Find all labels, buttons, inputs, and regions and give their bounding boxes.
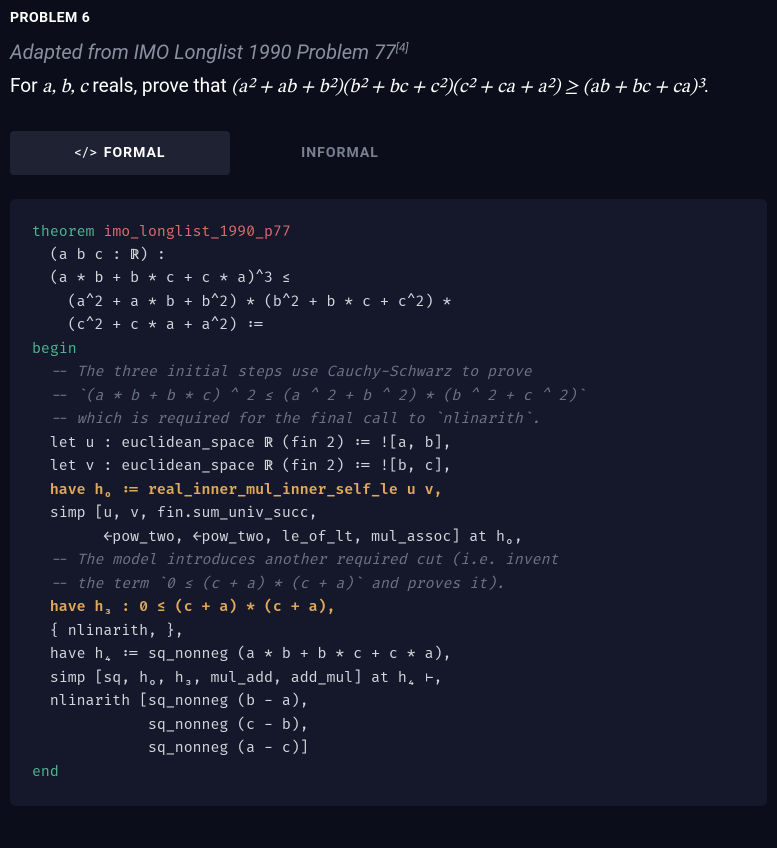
tab-informal-label: INFORMAL [301,145,379,161]
source-text: Adapted from IMO Longlist 1990 Problem 7… [10,40,396,64]
problem-heading: PROBLEM 6 [10,10,767,26]
statement-math: (a² + ab + b²)(b² + bc + c²)(c² + ca + a… [231,78,703,97]
tab-formal-label: FORMAL [104,145,166,161]
citation-ref: [4] [396,40,409,54]
code-line: nlinarith [sq_nonneg (b - a), [32,693,309,710]
code-line: (a b c : ℝ) : [32,247,166,264]
code-line: let u : euclidean_space ℝ (fin 2) := ![a… [32,435,451,452]
code-comment: -- which is required for the final call … [32,411,541,428]
code-line: let v : euclidean_space ℝ (fin 2) := ![b… [32,458,451,475]
problem-source: Adapted from IMO Longlist 1990 Problem 7… [10,40,767,64]
code-comment: -- The model introduces another required… [32,552,558,569]
statement-vars: a, b, c [42,78,87,97]
problem-statement: For a, b, c reals, prove that (a² + ab +… [10,72,767,103]
code-icon: </> [75,145,98,161]
code-kw-end: end [32,764,59,781]
code-highlight: have h₀ := real_inner_mul_inner_self_le … [32,482,442,499]
code-line: (a * b + b * c + c * a)^3 ≤ [32,270,291,287]
code-kw-theorem: theorem [32,224,94,241]
statement-mid: reals, prove that [88,74,232,97]
code-line: have h₄ := sq_nonneg (a * b + b * c + c … [32,646,451,663]
code-line: simp [u, v, fin.sum_univ_succ, [32,505,318,522]
code-highlight: have h₃ : 0 ≤ (c + a) * (c + a), [32,599,335,616]
code-comment: -- The three initial steps use Cauchy-Sc… [32,364,532,381]
code-line: { nlinarith, }, [32,623,184,640]
tab-informal[interactable]: INFORMAL [230,131,450,175]
code-theorem-name: imo_longlist_1990_p77 [94,224,290,241]
code-line: simp [sq, h₀, h₃, mul_add, add_mul] at h… [32,670,442,687]
code-comment: -- the term `0 ≤ (c + a) * (c + a)` and … [32,576,505,593]
tab-formal[interactable]: </> FORMAL [10,131,230,175]
code-kw-begin: begin [32,341,77,358]
code-comment: -- `(a * b + b * c) ^ 2 ≤ (a ^ 2 + b ^ 2… [32,388,585,405]
statement-post: . [704,74,709,97]
code-line: sq_nonneg (a - c)] [32,740,309,757]
code-line: sq_nonneg (c - b), [32,717,309,734]
code-line: (a^2 + a * b + b^2) * (b^2 + b * c + c^2… [32,294,451,311]
code-line: ←pow_two, ←pow_two, le_of_lt, mul_assoc]… [32,529,523,546]
code-block: theorem imo_longlist_1990_p77 (a b c : ℝ… [10,199,767,807]
statement-pre: For [10,74,42,97]
tabs: </> FORMAL INFORMAL [10,131,767,175]
code-line: (c^2 + c * a + a^2) := [32,317,264,334]
